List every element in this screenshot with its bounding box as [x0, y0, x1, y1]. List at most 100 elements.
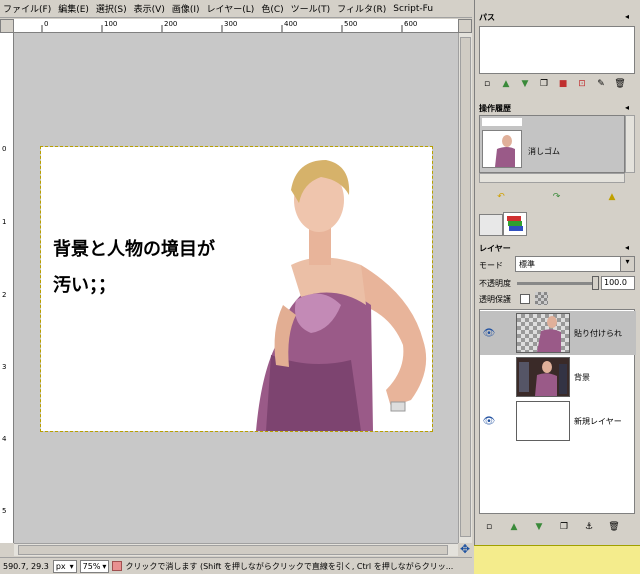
chevron-down-icon: ▾ [620, 257, 634, 271]
undo-scrollbar[interactable] [625, 115, 635, 173]
menu-select[interactable]: 選択(S) [96, 2, 127, 15]
ruler-label: 3 [2, 363, 7, 371]
vertical-scroll-thumb[interactable] [460, 37, 471, 537]
statusbar: 590.7, 29.3 px ▾ 75% ▾ クリックで消します (Shift を押… [0, 557, 472, 574]
ruler-label: 5 [2, 507, 7, 515]
unit-value: px [55, 561, 66, 571]
paths-toolbar: ▫ ▲ ▼ ❐ ■ ⊡ ✎ 🗑 [481, 78, 633, 90]
layer-row[interactable]: 👁 新規レイヤー [480, 399, 636, 443]
clear-history-icon[interactable]: ▲ [606, 191, 618, 203]
stroke-icon[interactable]: ✎ [595, 78, 607, 90]
duplicate-layer-icon[interactable]: ❐ [558, 521, 570, 533]
delete-icon[interactable]: 🗑 [614, 78, 626, 90]
eraser-tool-icon [112, 561, 123, 571]
ruler-label: 4 [2, 435, 7, 443]
panel-menu-icon[interactable]: ◂ [625, 12, 629, 21]
menu-filters[interactable]: フィルタ(R) [337, 2, 386, 15]
menu-edit[interactable]: 編集(E) [58, 2, 89, 15]
layer-name: 新規レイヤー [574, 416, 622, 426]
anchor-layer-icon[interactable]: ⚓ [583, 521, 595, 533]
chevron-down-icon: ▾ [69, 561, 74, 571]
duplicate-icon[interactable]: ❐ [538, 78, 550, 90]
paths-title-text: パス [479, 13, 495, 22]
menu-view[interactable]: 表示(V) [134, 2, 165, 15]
menu-tools[interactable]: ツール(T) [291, 2, 331, 15]
layers-title: レイヤー [479, 243, 511, 254]
undo-thumb-prev [482, 118, 522, 126]
zoom-toggle-button[interactable] [458, 19, 472, 33]
ruler-label: 100 [104, 20, 118, 28]
layer-row[interactable]: 👁 貼り付けられ [480, 311, 636, 355]
undo-toolbar: ↶ ↷ ▲ [495, 191, 625, 203]
selection-to-path-icon[interactable]: ⊡ [576, 78, 588, 90]
raise-icon[interactable]: ▲ [500, 78, 512, 90]
ruler-label: 400 [284, 20, 298, 28]
opacity-slider[interactable] [517, 282, 597, 285]
lower-layer-icon[interactable]: ▼ [533, 521, 545, 533]
undo-thumb [482, 130, 522, 168]
vertical-scrollbar[interactable] [458, 33, 472, 543]
undo-title-text: 操作履歴 [479, 104, 511, 113]
new-layer-icon[interactable]: ▫ [483, 521, 495, 533]
ruler-label: 2 [2, 291, 7, 299]
redo-icon[interactable]: ↷ [551, 191, 563, 203]
delete-layer-icon[interactable]: 🗑 [608, 521, 620, 533]
undo-hscrollbar[interactable] [479, 173, 625, 183]
layers-list[interactable]: 👁 貼り付けられ 背景 👁 新規レイヤー [479, 309, 636, 514]
ruler-label: 0 [2, 145, 7, 153]
zoom-select[interactable]: 75% ▾ [79, 559, 110, 573]
image-canvas[interactable]: 背景と人物の境目が 汚い；； [40, 146, 433, 432]
panel-menu-icon[interactable]: ◂ [625, 103, 629, 112]
checker-icon [535, 292, 548, 305]
eye-icon[interactable]: 👁 [480, 416, 498, 427]
layer-thumbnail [516, 313, 570, 353]
layer-thumbnail [516, 401, 570, 441]
undo-list[interactable]: 消しゴム [479, 115, 625, 173]
panel-menu-icon[interactable]: ◂ [625, 243, 629, 252]
ruler-label: 200 [164, 20, 178, 28]
vertical-ruler: 0 1 2 3 4 5 [0, 33, 14, 543]
opacity-slider-handle[interactable] [592, 276, 599, 290]
lock-alpha-label: 透明保護 [479, 295, 511, 304]
person-photo [256, 160, 427, 431]
horizontal-scroll-thumb[interactable] [18, 545, 448, 555]
tab-layers[interactable] [503, 212, 527, 236]
menu-file[interactable]: ファイル(F) [3, 2, 51, 15]
ruler-corner-button[interactable] [0, 19, 14, 33]
lock-alpha-checkbox[interactable] [520, 294, 530, 304]
lower-icon[interactable]: ▼ [519, 78, 531, 90]
paths-list[interactable] [479, 26, 635, 74]
eye-icon[interactable]: 👁 [480, 328, 498, 339]
menu-script-fu[interactable]: Script-Fu [393, 4, 433, 14]
undo-icon[interactable]: ↶ [495, 191, 507, 203]
tab-channels[interactable] [479, 214, 503, 236]
ruler-label: 600 [404, 20, 418, 28]
mode-select[interactable]: 標準 ▾ [515, 256, 635, 272]
menu-layer[interactable]: レイヤー(L) [207, 2, 255, 15]
path-to-selection-icon[interactable]: ■ [557, 78, 569, 90]
menu-image[interactable]: 画像(I) [172, 2, 200, 15]
raise-layer-icon[interactable]: ▲ [508, 521, 520, 533]
layers-toolbar: ▫ ▲ ▼ ❐ ⚓ 🗑 [483, 521, 627, 533]
image-text-line2: 汚い；； [53, 275, 116, 296]
layers-title-text: レイヤー [479, 244, 511, 253]
horizontal-scrollbar[interactable] [14, 543, 458, 556]
layer-thumbnail [516, 357, 570, 397]
status-message: クリックで消します (Shift を押しながらクリックで直線を引く, Ctrl … [125, 561, 454, 571]
paths-title: パス [479, 12, 495, 23]
menu-color[interactable]: 色(C) [261, 2, 283, 15]
ruler-label: 1 [2, 218, 7, 226]
undo-title: 操作履歴 [479, 103, 511, 114]
unit-select[interactable]: px ▾ [52, 559, 77, 573]
layer-name: 背景 [574, 372, 590, 382]
zoom-value: 75% [82, 561, 101, 571]
menubar: ファイル(F) 編集(E) 選択(S) 表示(V) 画像(I) レイヤー(L) … [0, 0, 472, 18]
undo-item-label: 消しゴム [528, 147, 560, 156]
navigate-icon[interactable]: ✥ [458, 543, 472, 557]
opacity-spinbox[interactable]: 100.0 [601, 276, 635, 290]
pointer-coords: 590.7, 29.3 [3, 561, 49, 571]
layer-row[interactable]: 背景 [480, 355, 636, 399]
dock-panel: パス ◂ ▫ ▲ ▼ ❐ ■ ⊡ ✎ 🗑 操作履歴 ◂ 消しゴム ↶ ↷ ▲ レ… [474, 0, 640, 545]
new-path-icon[interactable]: ▫ [481, 78, 493, 90]
mode-label: モード [479, 261, 503, 270]
